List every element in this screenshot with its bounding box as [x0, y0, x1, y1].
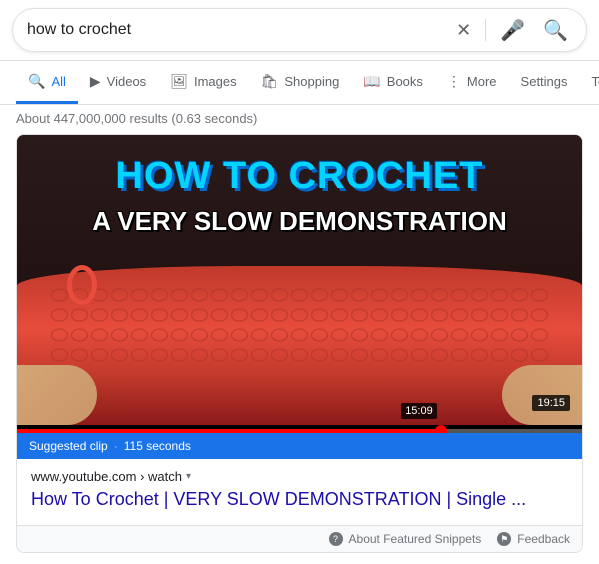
- settings-label: Settings: [521, 74, 568, 89]
- stitch-lines: [47, 285, 552, 365]
- tools-tab[interactable]: Tools: [580, 74, 599, 92]
- tab-all[interactable]: 🔍 All: [16, 61, 78, 104]
- search-input[interactable]: [27, 21, 448, 39]
- tab-videos-label: Videos: [107, 74, 147, 89]
- feedback-label: Feedback: [517, 532, 570, 546]
- video-controls: 15:09: [17, 425, 582, 433]
- settings-tab[interactable]: Settings: [509, 74, 580, 92]
- tab-more-label: More: [467, 74, 497, 89]
- video-thumbnail[interactable]: HOW TO CROCHET A VERY SLOW DEMONSTRATION…: [17, 135, 582, 433]
- video-inner: HOW TO CROCHET A VERY SLOW DEMONSTRATION…: [17, 135, 582, 425]
- clip-label: Suggested clip: [29, 439, 108, 453]
- tab-more[interactable]: ⋮ More: [435, 61, 509, 104]
- dropdown-arrow-icon[interactable]: ▾: [186, 471, 191, 482]
- clip-separator: ·: [114, 439, 118, 453]
- tab-images-label: Images: [194, 74, 237, 89]
- nav-tabs: 🔍 All ▶ Videos 🖼 Images 🛍 Shopping 📖 Boo…: [0, 61, 599, 105]
- tab-videos[interactable]: ▶ Videos: [78, 61, 158, 104]
- feedback-button[interactable]: ⚑ Feedback: [497, 532, 570, 546]
- suggested-clip-bar: Suggested clip · 115 seconds: [17, 433, 582, 459]
- tab-books-label: Books: [387, 74, 423, 89]
- feedback-icon: ⚑: [497, 532, 511, 546]
- all-tab-icon: 🔍: [28, 73, 45, 90]
- tab-all-label: All: [51, 74, 65, 89]
- crochet-loop: [67, 265, 97, 305]
- video-title-sub: A VERY SLOW DEMONSTRATION: [92, 206, 507, 237]
- tab-shopping-label: Shopping: [284, 74, 339, 89]
- nav-right: Settings Tools: [509, 74, 599, 92]
- progress-bar[interactable]: 15:09: [17, 429, 582, 433]
- result-title[interactable]: How To Crochet | VERY SLOW DEMONSTRATION…: [31, 488, 568, 521]
- source-info: www.youtube.com › watch ▾ How To Crochet…: [17, 459, 582, 525]
- current-time-indicator: 15:09: [401, 403, 437, 419]
- divider: [485, 19, 486, 41]
- info-icon: ?: [329, 532, 343, 546]
- voice-search-icon[interactable]: 🎤: [500, 18, 525, 43]
- search-button[interactable]: 🔍: [539, 18, 572, 43]
- featured-snippet-card: HOW TO CROCHET A VERY SLOW DEMONSTRATION…: [16, 134, 583, 553]
- clip-duration: 115 seconds: [124, 439, 191, 453]
- source-url-text: www.youtube.com › watch: [31, 469, 182, 484]
- tools-label: Tools: [592, 74, 599, 89]
- books-tab-icon: 📖: [363, 73, 380, 90]
- tab-books[interactable]: 📖 Books: [351, 61, 435, 104]
- search-submit-icon: 🔍: [543, 20, 568, 42]
- videos-tab-icon: ▶: [90, 73, 101, 90]
- duration-text: 19:15: [537, 397, 565, 409]
- duration-badge: 19:15: [532, 395, 570, 411]
- results-count: About 447,000,000 results (0.63 seconds): [0, 105, 599, 134]
- progress-fill: [17, 429, 441, 433]
- video-title-overlay: HOW TO CROCHET A VERY SLOW DEMONSTRATION: [17, 155, 582, 237]
- search-icons: ✕ 🎤 🔍: [456, 18, 572, 43]
- results-count-text: About 447,000,000 results (0.63 seconds): [16, 111, 257, 126]
- search-bar: ✕ 🎤 🔍: [0, 0, 599, 61]
- shopping-tab-icon: 🛍: [261, 73, 279, 90]
- left-hand: [17, 365, 97, 425]
- tab-shopping[interactable]: 🛍 Shopping: [249, 61, 352, 104]
- about-featured-snippets[interactable]: ? About Featured Snippets: [329, 532, 482, 546]
- images-tab-icon: 🖼: [170, 73, 188, 90]
- more-tab-icon: ⋮: [447, 73, 461, 90]
- progress-thumb: [435, 425, 447, 433]
- about-label: About Featured Snippets: [349, 532, 482, 546]
- clear-icon[interactable]: ✕: [456, 20, 471, 41]
- source-url-row: www.youtube.com › watch ▾: [31, 469, 568, 484]
- snippet-footer: ? About Featured Snippets ⚑ Feedback: [17, 525, 582, 552]
- tab-images[interactable]: 🖼 Images: [158, 61, 248, 104]
- video-title-main: HOW TO CROCHET: [116, 155, 484, 198]
- search-input-wrapper: ✕ 🎤 🔍: [12, 8, 587, 52]
